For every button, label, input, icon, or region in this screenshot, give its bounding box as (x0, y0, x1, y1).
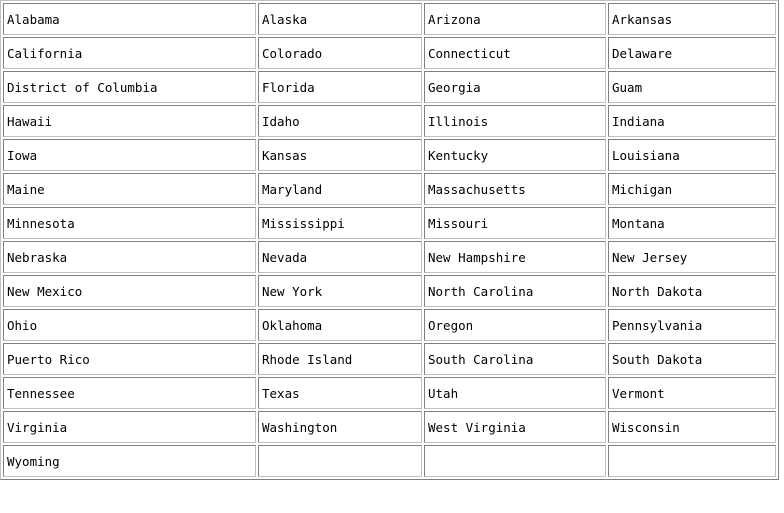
table-cell-empty (258, 445, 422, 477)
table-cell-state: West Virginia (424, 411, 606, 443)
table-cell-state: Puerto Rico (3, 343, 256, 375)
table-cell-empty (424, 445, 606, 477)
table-cell-state: New Hampshire (424, 241, 606, 273)
table-cell-state: Guam (608, 71, 776, 103)
table-row: California Colorado Connecticut Delaware (3, 37, 776, 69)
table-row: District of Columbia Florida Georgia Guam (3, 71, 776, 103)
table-cell-state: Oklahoma (258, 309, 422, 341)
table-cell-state: Utah (424, 377, 606, 409)
table-cell-state: Wyoming (3, 445, 256, 477)
table-cell-state: Kansas (258, 139, 422, 171)
table-cell-state: Alaska (258, 3, 422, 35)
table-row: New Mexico New York North Carolina North Da… (3, 275, 776, 307)
table-cell-state: Hawaii (3, 105, 256, 137)
table-cell-state: Pennsylvania (608, 309, 776, 341)
states-table-body: Alabama Alaska Arizona Arkansas California Co… (3, 3, 776, 477)
table-row: Alabama Alaska Arizona Arkansas (3, 3, 776, 35)
table-cell-state: Delaware (608, 37, 776, 69)
table-cell-state: Missouri (424, 207, 606, 239)
table-cell-state: North Dakota (608, 275, 776, 307)
table-cell-state: Minnesota (3, 207, 256, 239)
table-cell-state: Maryland (258, 173, 422, 205)
table-cell-state: Maine (3, 173, 256, 205)
table-cell-state: Louisiana (608, 139, 776, 171)
table-row: Tennessee Texas Utah Vermont (3, 377, 776, 409)
table-cell-empty (608, 445, 776, 477)
table-cell-state: Nebraska (3, 241, 256, 273)
table-cell-state: Mississippi (258, 207, 422, 239)
table-cell-state: Iowa (3, 139, 256, 171)
table-cell-state: Idaho (258, 105, 422, 137)
table-cell-state: Arizona (424, 3, 606, 35)
table-cell-state: California (3, 37, 256, 69)
table-row: Hawaii Idaho Illinois Indiana (3, 105, 776, 137)
table-cell-state: Montana (608, 207, 776, 239)
table-cell-state: Texas (258, 377, 422, 409)
table-cell-state: New Mexico (3, 275, 256, 307)
table-row: Virginia Washington West Virginia Wisconsin (3, 411, 776, 443)
table-cell-state: Vermont (608, 377, 776, 409)
table-cell-state: Tennessee (3, 377, 256, 409)
table-cell-state: Colorado (258, 37, 422, 69)
table-cell-state: Georgia (424, 71, 606, 103)
table-cell-state: Oregon (424, 309, 606, 341)
table-cell-state: South Dakota (608, 343, 776, 375)
table-cell-state: Alabama (3, 3, 256, 35)
table-row: Iowa Kansas Kentucky Louisiana (3, 139, 776, 171)
table-cell-state: Ohio (3, 309, 256, 341)
table-cell-state: Washington (258, 411, 422, 443)
table-cell-state: Michigan (608, 173, 776, 205)
table-cell-state: Illinois (424, 105, 606, 137)
table-row: Maine Maryland Massachusetts Michigan (3, 173, 776, 205)
table-row: Wyoming (3, 445, 776, 477)
table-cell-state: District of Columbia (3, 71, 256, 103)
table-cell-state: Kentucky (424, 139, 606, 171)
table-cell-state: New Jersey (608, 241, 776, 273)
table-cell-state: Massachusetts (424, 173, 606, 205)
table-cell-state: North Carolina (424, 275, 606, 307)
table-row: Ohio Oklahoma Oregon Pennsylvania (3, 309, 776, 341)
table-cell-state: Indiana (608, 105, 776, 137)
table-row: Puerto Rico Rhode Island South Carolina Sou… (3, 343, 776, 375)
table-row: Minnesota Mississippi Missouri Montana (3, 207, 776, 239)
table-row: Nebraska Nevada New Hampshire New Jersey (3, 241, 776, 273)
table-cell-state: Florida (258, 71, 422, 103)
table-cell-state: New York (258, 275, 422, 307)
table-cell-state: Connecticut (424, 37, 606, 69)
table-cell-state: Wisconsin (608, 411, 776, 443)
table-cell-state: Nevada (258, 241, 422, 273)
table-cell-state: Virginia (3, 411, 256, 443)
table-cell-state: South Carolina (424, 343, 606, 375)
states-table: Alabama Alaska Arizona Arkansas California Co… (0, 0, 779, 480)
table-cell-state: Rhode Island (258, 343, 422, 375)
table-cell-state: Arkansas (608, 3, 776, 35)
